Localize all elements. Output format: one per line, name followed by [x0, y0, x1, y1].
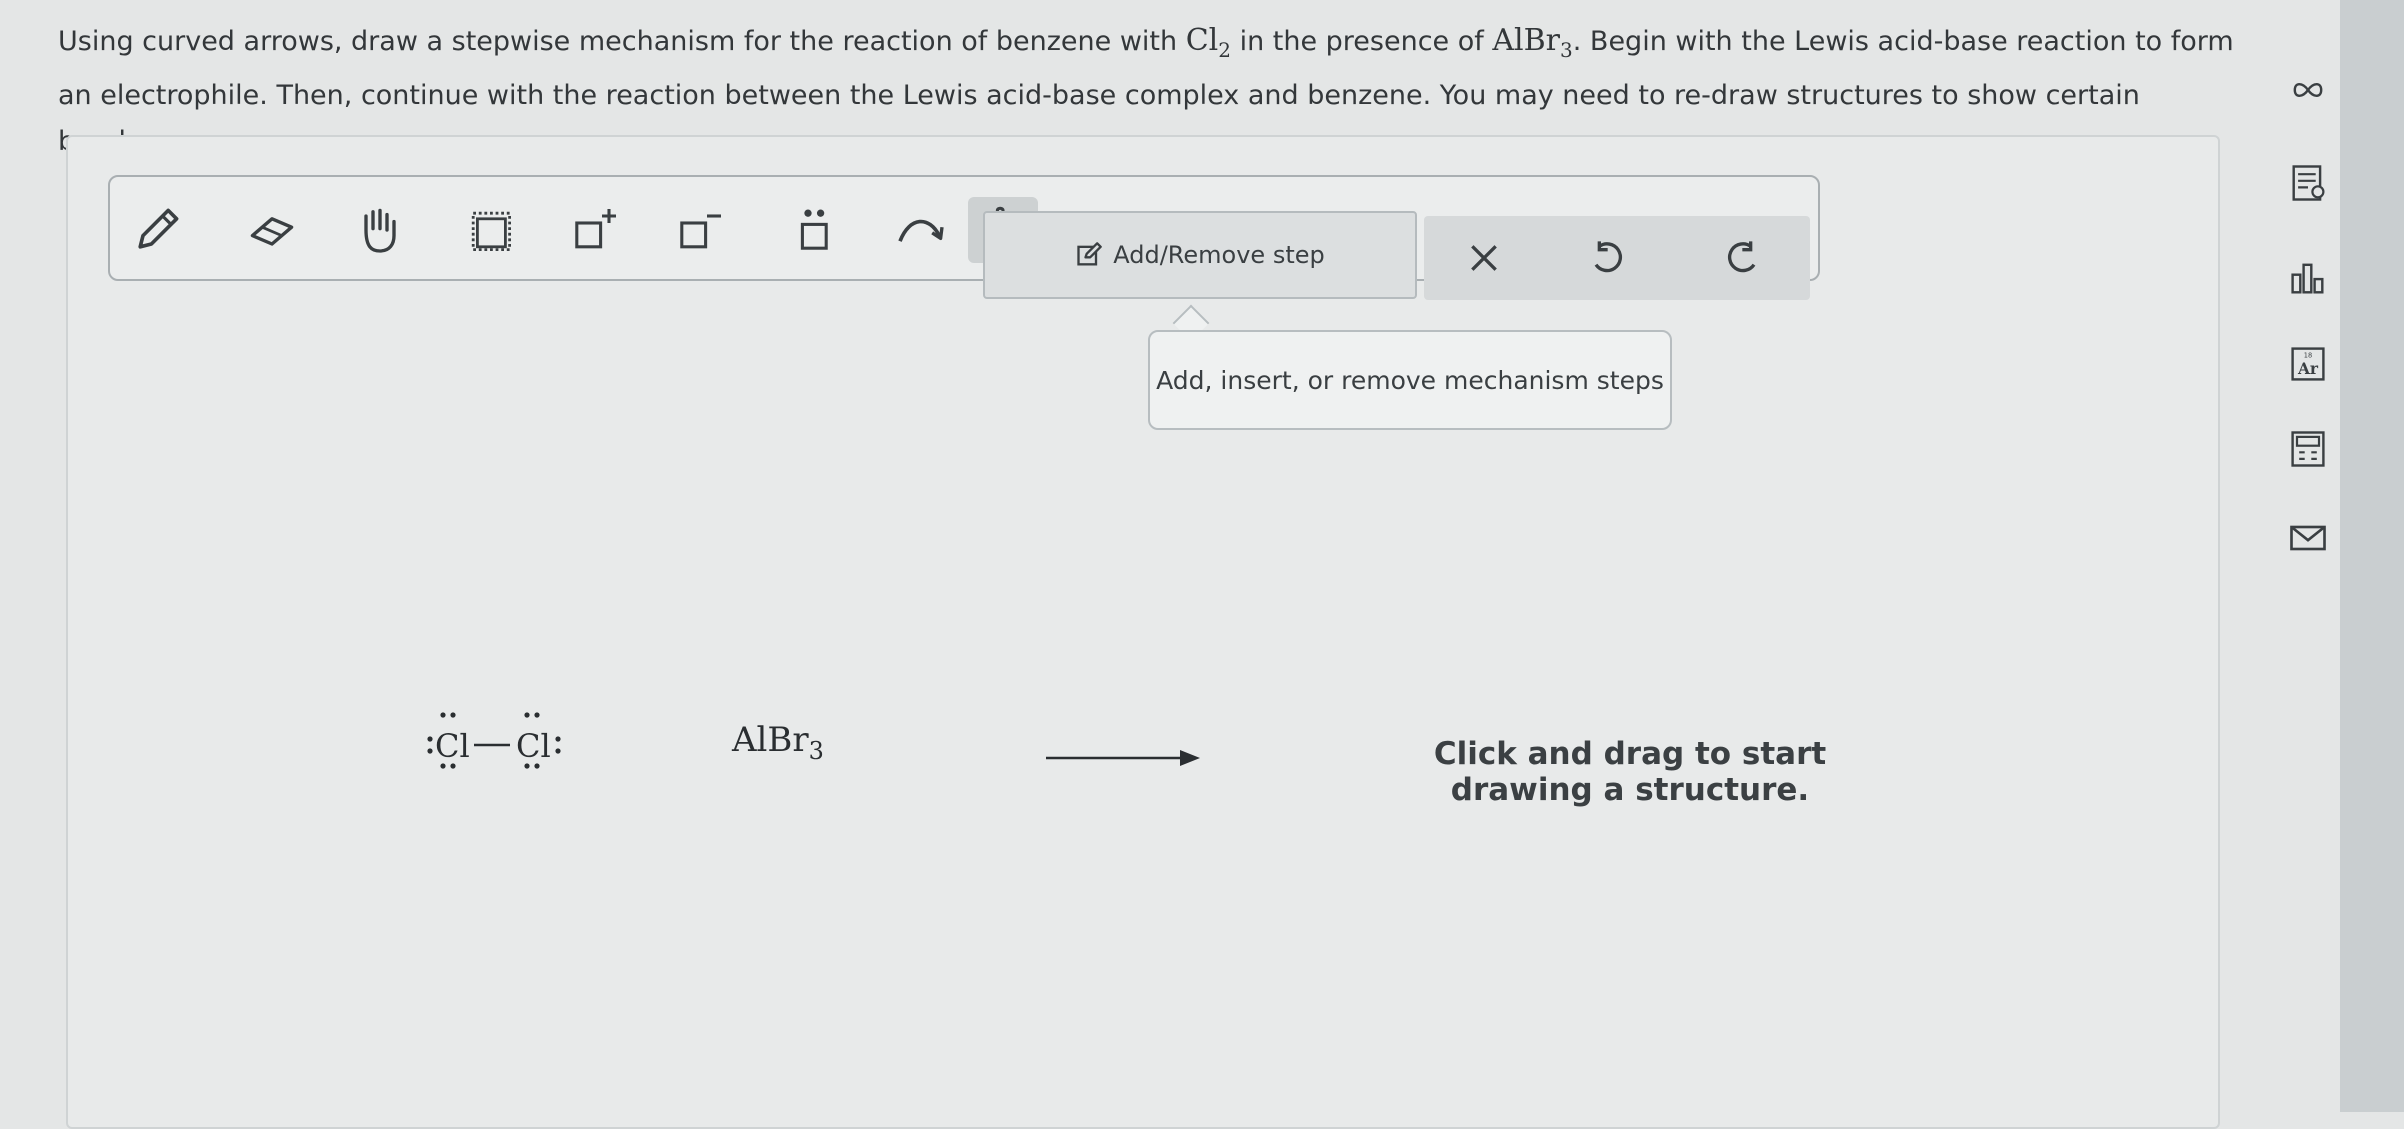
hand-icon[interactable]	[345, 197, 415, 263]
albr3-reagent[interactable]: AlBr3	[732, 720, 824, 765]
close-icon[interactable]	[1452, 226, 1516, 290]
svg-text:18: 18	[2304, 351, 2312, 359]
redo-icon[interactable]	[1712, 226, 1776, 290]
add-remove-step-label: Add/Remove step	[1113, 241, 1325, 269]
mail-icon[interactable]	[2280, 510, 2336, 566]
cl-atom-left: Cl	[435, 727, 470, 765]
cl-atom-right: Cl	[516, 727, 551, 765]
add-remove-step-button[interactable]: Add/Remove step	[983, 211, 1417, 299]
positive-charge-icon[interactable]	[560, 197, 630, 263]
step-tooltip: Add, insert, or remove mechanism steps	[1148, 330, 1672, 430]
chart-icon[interactable]	[2280, 250, 2336, 306]
periodic-table-icon[interactable]: Ar 18	[2280, 336, 2336, 392]
svg-text:Ar: Ar	[2297, 360, 2319, 378]
select-box-icon[interactable]	[455, 197, 525, 263]
right-strip	[2340, 0, 2404, 1112]
tooltip-text: Add, insert, or remove mechanism steps	[1156, 365, 1664, 395]
curved-arrow-icon[interactable]	[886, 197, 956, 263]
lone-pair-icon[interactable]	[780, 197, 850, 263]
pencil-icon[interactable]	[122, 197, 192, 263]
step-actions	[1424, 216, 1810, 300]
negative-charge-icon[interactable]	[665, 197, 735, 263]
reaction-arrow	[1044, 746, 1204, 770]
infinity-icon[interactable]	[2280, 62, 2336, 118]
chlorine-molecule[interactable]: Cl Cl	[418, 700, 578, 780]
notes-icon[interactable]	[2280, 155, 2336, 211]
calculator-icon[interactable]	[2280, 421, 2336, 477]
edit-icon	[1077, 242, 1103, 266]
eraser-icon[interactable]	[237, 197, 307, 263]
drawing-prompt[interactable]: Click and drag to start drawing a struct…	[1380, 736, 1880, 808]
undo-icon[interactable]	[1574, 226, 1638, 290]
